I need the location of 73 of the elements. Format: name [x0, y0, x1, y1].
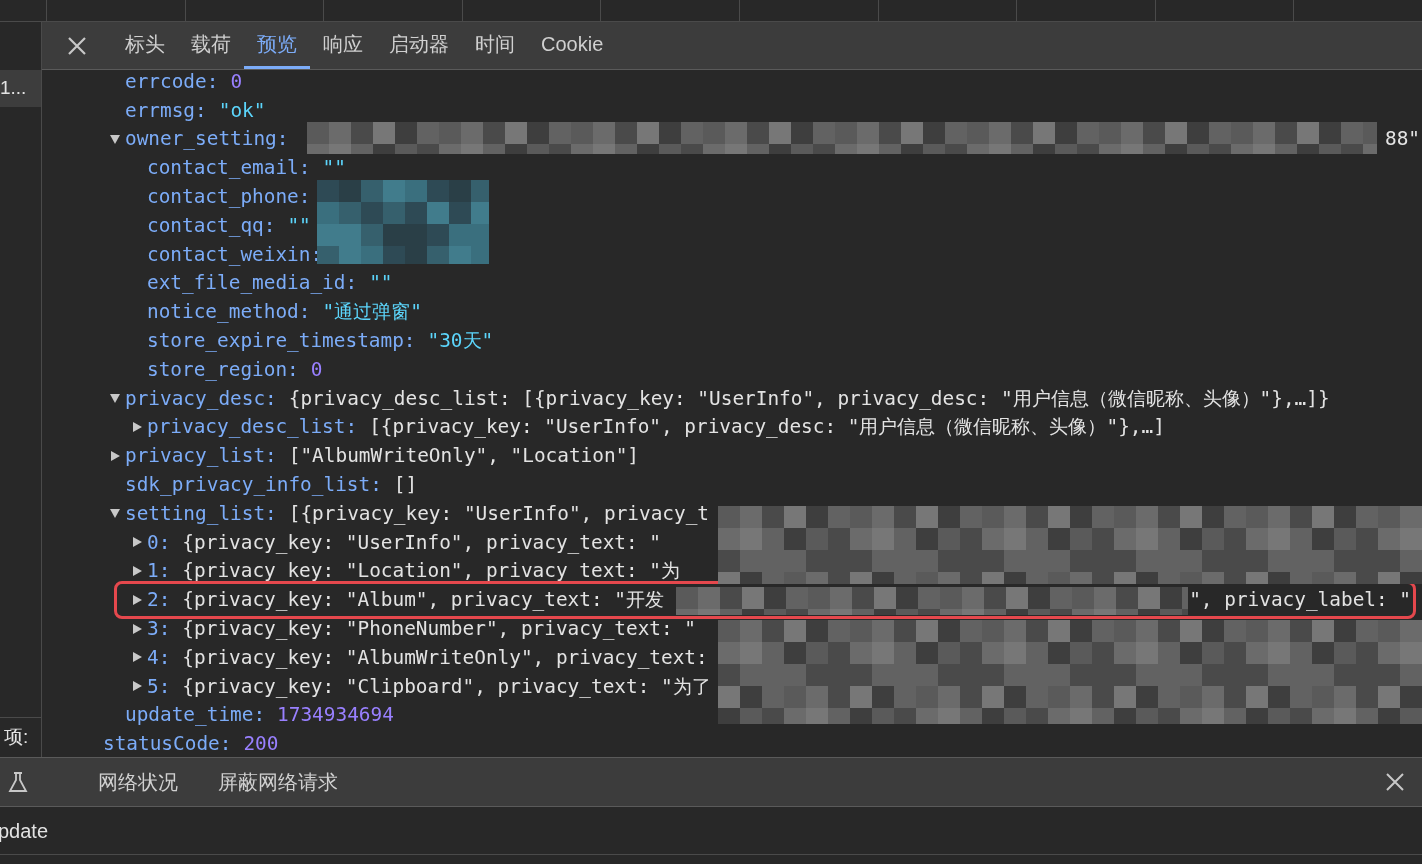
property-value: "ok": [218, 97, 266, 124]
property-key: errcode:: [125, 70, 219, 96]
property-key: 5:: [147, 671, 171, 701]
property-key: errmsg:: [125, 95, 207, 125]
property-key: privacy_desc:: [125, 383, 277, 413]
property-value: []: [393, 472, 418, 498]
collapsed-triangle-icon[interactable]: [130, 622, 143, 635]
collapsed-triangle-icon[interactable]: [130, 564, 143, 577]
property-key: notice_method:: [147, 297, 311, 327]
tab[interactable]: 标头: [112, 22, 178, 69]
drawer-tab[interactable]: 网络状况: [78, 767, 198, 797]
collapsed-triangle-icon[interactable]: [130, 651, 143, 664]
property-value: "": [369, 270, 393, 297]
property-key: contact_qq:: [147, 210, 276, 240]
property-value: "通过弹窗": [322, 299, 422, 326]
property-key: 4:: [147, 642, 171, 672]
property-value: {privacy_key: "PhoneNumber", privacy_text: ": [182, 616, 697, 642]
property-value: 200: [243, 731, 279, 757]
tab[interactable]: 预览: [244, 22, 310, 69]
property-value: 1734934694: [277, 702, 394, 729]
property-key: setting_list:: [125, 498, 277, 528]
collapsed-triangle-icon[interactable]: [130, 593, 143, 606]
panel-label: 项:: [3, 725, 29, 750]
property-value: {privacy_key: "AlbumWriteOnly", privacy_text:: [182, 644, 708, 671]
tab[interactable]: 载荷: [178, 22, 244, 69]
property-key: contact_email:: [147, 153, 311, 183]
property-key: contact_weixin:: [147, 239, 323, 269]
property-key: store_region:: [147, 354, 299, 384]
property-value: {privacy_desc_list: [{privacy_key: "UserInfo", privacy_desc: "用户信息（微信昵称、头像）"},…]}: [288, 385, 1330, 412]
property-key: privacy_desc_list:: [147, 412, 358, 442]
property-value: ["AlbumWriteOnly", "Location"]: [288, 443, 639, 470]
property-key: 3:: [147, 614, 171, 644]
property-key: contact_phone:: [147, 182, 311, 212]
property-value: "30天": [427, 328, 494, 354]
property-key: statusCode:: [103, 729, 232, 757]
expanded-triangle-icon[interactable]: [108, 133, 121, 145]
property-key: store_expire_timestamp:: [147, 326, 416, 356]
property-key: 2:: [147, 585, 171, 615]
property-key: 0:: [147, 527, 171, 557]
expanded-triangle-icon[interactable]: [108, 507, 121, 520]
property-value: "": [322, 155, 346, 182]
property-key: sdk_privacy_info_list:: [125, 470, 382, 500]
property-key: 1:: [147, 556, 171, 586]
request-item[interactable]: 1...: [0, 70, 41, 107]
property-value: {privacy_key: "Location", privacy_text: "为: [182, 558, 680, 585]
property-value: ", privacy_label: ": [1189, 587, 1412, 614]
property-value: 0: [230, 70, 243, 95]
collapsed-triangle-icon[interactable]: [130, 536, 143, 549]
property-key: privacy_list:: [125, 441, 277, 471]
tab[interactable]: 时间: [462, 22, 528, 69]
property-value: {privacy_key: "UserInfo", privacy_text: ": [182, 529, 661, 556]
flask-icon[interactable]: [8, 771, 28, 793]
property-key: owner_setting:: [125, 124, 289, 154]
console-text: pdate: [0, 818, 49, 844]
collapsed-triangle-icon[interactable]: [130, 680, 143, 693]
property-value: "": [287, 212, 311, 239]
property-value: 88": [1384, 126, 1421, 153]
property-value: {privacy_key: "Album", privacy_text: "开发: [182, 587, 664, 614]
property-value: {privacy_key: "Clipboard", privacy_text: "为了: [182, 673, 711, 700]
collapsed-triangle-icon[interactable]: [108, 449, 121, 462]
property-value: [{privacy_key: "UserInfo", privacy_desc: "用户信息（微信昵称、头像）"},…]: [369, 414, 1165, 441]
tab[interactable]: Cookie: [528, 22, 617, 69]
close-icon: [1386, 773, 1404, 791]
property-key: ext_file_media_id:: [147, 268, 358, 298]
property-value: 0: [310, 356, 323, 383]
property-key: update_time:: [125, 700, 266, 730]
drawer-tab[interactable]: 屏蔽网络请求: [198, 767, 358, 797]
tab[interactable]: 启动器: [376, 22, 462, 69]
collapsed-triangle-icon[interactable]: [130, 420, 143, 433]
close-icon: [67, 35, 87, 56]
expanded-triangle-icon[interactable]: [108, 392, 121, 405]
tab[interactable]: 响应: [310, 22, 376, 69]
property-value: [{privacy_key: "UserInfo", privacy_t: [288, 500, 710, 527]
